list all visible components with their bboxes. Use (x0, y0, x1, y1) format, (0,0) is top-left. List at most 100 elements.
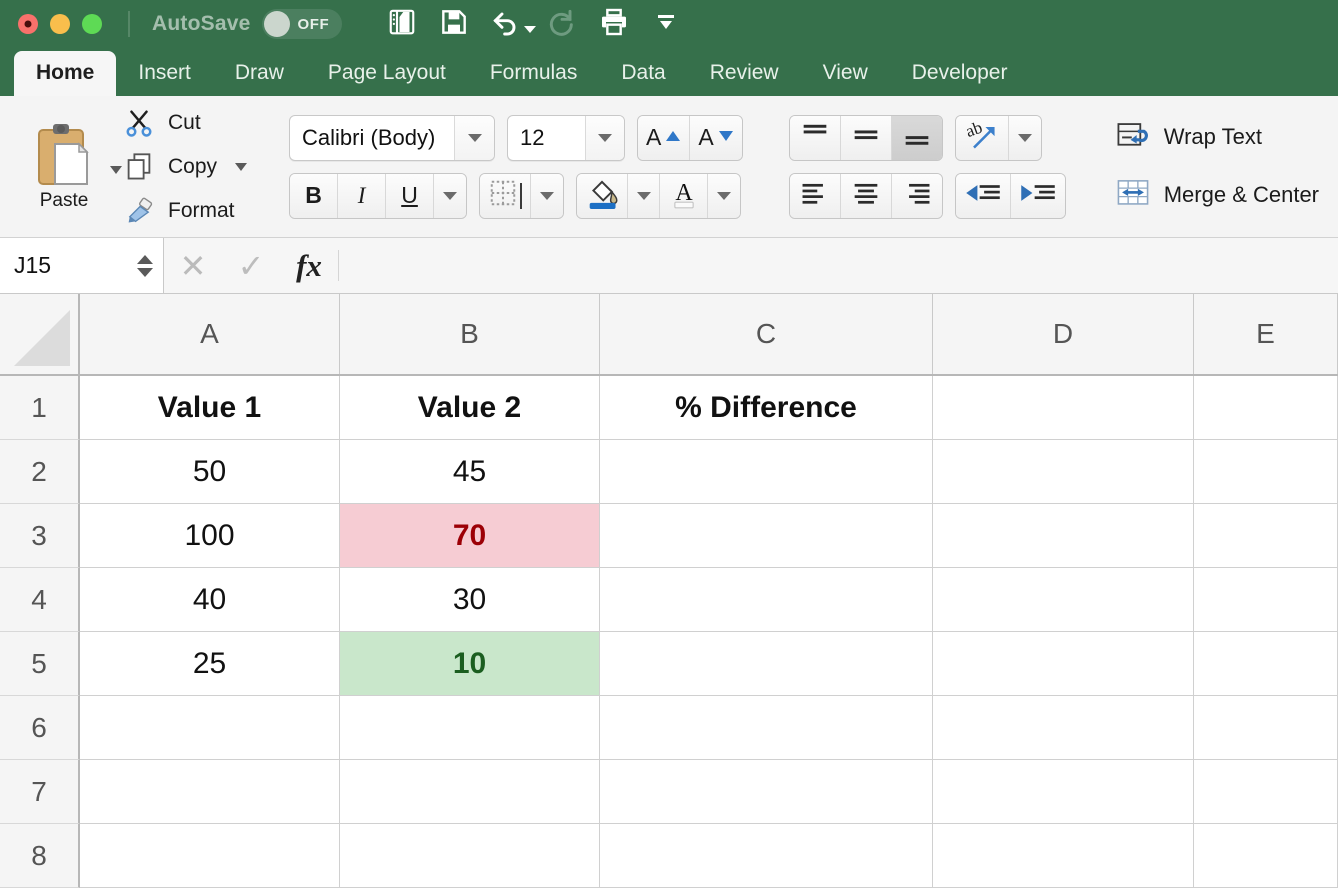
cell-E3[interactable] (1194, 504, 1338, 568)
name-box-spinner[interactable] (137, 254, 153, 277)
cell-C6[interactable] (600, 696, 933, 760)
cell-B6[interactable] (340, 696, 600, 760)
cell-E8[interactable] (1194, 824, 1338, 888)
cell-B1[interactable]: Value 2 (340, 376, 600, 440)
row-header-5[interactable]: 5 (0, 632, 80, 696)
customize-toolbar-button[interactable] (640, 2, 692, 46)
spinner-up-icon[interactable] (137, 254, 153, 264)
redo-button[interactable] (536, 2, 588, 46)
align-left-button[interactable] (789, 173, 841, 218)
cell-B4[interactable]: 30 (340, 568, 600, 632)
paste-dropdown-caret[interactable] (110, 165, 122, 174)
column-header-e[interactable]: E (1194, 294, 1338, 374)
fill-color-button[interactable] (577, 173, 629, 218)
row-header-3[interactable]: 3 (0, 504, 80, 568)
cell-D4[interactable] (933, 568, 1194, 632)
new-from-template-button[interactable] (376, 2, 428, 46)
increase-font-size-button[interactable]: A (638, 115, 691, 160)
row-header-8[interactable]: 8 (0, 824, 80, 888)
cell-E2[interactable] (1194, 440, 1338, 504)
ribbon-tab-insert[interactable]: Insert (116, 51, 213, 96)
cell-D8[interactable] (933, 824, 1194, 888)
cell-A7[interactable] (80, 760, 340, 824)
fill-color-dropdown-button[interactable] (628, 173, 661, 218)
orientation-button[interactable]: ab (955, 115, 1009, 160)
insert-function-button[interactable]: fx (280, 248, 338, 284)
spinner-down-icon[interactable] (137, 267, 153, 277)
decrease-font-size-button[interactable]: A (690, 115, 742, 160)
minimize-window-button[interactable] (50, 14, 70, 34)
cell-C7[interactable] (600, 760, 933, 824)
select-all-button[interactable] (0, 294, 80, 374)
ribbon-tab-developer[interactable]: Developer (890, 51, 1030, 96)
underline-button[interactable]: U (386, 173, 435, 218)
font-color-dropdown-button[interactable] (708, 173, 741, 218)
cell-A4[interactable]: 40 (80, 568, 340, 632)
merge-center-button[interactable]: Merge & Center (1116, 177, 1338, 214)
row-header-1[interactable]: 1 (0, 376, 80, 440)
cell-D1[interactable] (933, 376, 1194, 440)
cell-D5[interactable] (933, 632, 1194, 696)
ribbon-tab-view[interactable]: View (801, 51, 890, 96)
cell-E7[interactable] (1194, 760, 1338, 824)
save-button[interactable] (428, 2, 480, 46)
cell-B8[interactable] (340, 824, 600, 888)
column-header-a[interactable]: A (80, 294, 340, 374)
borders-button[interactable] (480, 173, 532, 218)
align-bottom-button[interactable] (891, 115, 942, 160)
cell-A5[interactable]: 25 (80, 632, 340, 696)
row-header-7[interactable]: 7 (0, 760, 80, 824)
paste-button[interactable]: Paste (10, 122, 106, 212)
align-right-button[interactable] (891, 173, 942, 218)
cell-B3[interactable]: 70 (340, 504, 600, 568)
cell-C5[interactable] (600, 632, 933, 696)
cell-B7[interactable] (340, 760, 600, 824)
ribbon-tab-formulas[interactable]: Formulas (468, 51, 600, 96)
cell-C2[interactable] (600, 440, 933, 504)
align-middle-button[interactable] (840, 115, 892, 160)
font-color-button[interactable]: A (660, 173, 709, 218)
ribbon-tab-page-layout[interactable]: Page Layout (306, 51, 468, 96)
cell-C4[interactable] (600, 568, 933, 632)
font-size-dropdown-button[interactable] (584, 115, 625, 160)
autosave-toggle[interactable]: OFF (262, 9, 343, 39)
close-window-button[interactable] (18, 14, 38, 34)
cell-B5[interactable]: 10 (340, 632, 600, 696)
row-header-2[interactable]: 2 (0, 440, 80, 504)
orientation-dropdown-button[interactable] (1008, 115, 1041, 160)
align-center-button[interactable] (840, 173, 892, 218)
increase-indent-button[interactable] (1010, 173, 1065, 218)
font-size-combo[interactable]: 12 (507, 114, 626, 161)
wrap-text-button[interactable]: Wrap Text (1116, 120, 1338, 155)
ribbon-tab-draw[interactable]: Draw (213, 51, 306, 96)
column-header-d[interactable]: D (933, 294, 1194, 374)
cell-C1[interactable]: % Difference (600, 376, 933, 440)
cell-B2[interactable]: 45 (340, 440, 600, 504)
cell-D3[interactable] (933, 504, 1194, 568)
cell-A8[interactable] (80, 824, 340, 888)
copy-button[interactable]: Copy (122, 150, 248, 184)
cut-button[interactable]: Cut (122, 106, 247, 140)
cell-D6[interactable] (933, 696, 1194, 760)
cell-A1[interactable]: Value 1 (80, 376, 340, 440)
row-header-6[interactable]: 6 (0, 696, 80, 760)
ribbon-tab-home[interactable]: Home (14, 50, 117, 96)
cell-E5[interactable] (1194, 632, 1338, 696)
formula-input[interactable] (339, 238, 1338, 293)
font-name-combo[interactable]: Calibri (Body) (289, 114, 496, 161)
maximize-window-button[interactable] (82, 14, 102, 34)
cell-A3[interactable]: 100 (80, 504, 340, 568)
undo-button[interactable] (480, 2, 532, 46)
undo-dropdown-caret[interactable] (524, 25, 537, 33)
column-header-c[interactable]: C (600, 294, 933, 374)
cell-C8[interactable] (600, 824, 933, 888)
font-name-dropdown-button[interactable] (454, 115, 495, 160)
align-top-button[interactable] (789, 115, 841, 160)
cell-A2[interactable]: 50 (80, 440, 340, 504)
cell-D2[interactable] (933, 440, 1194, 504)
ribbon-tab-data[interactable]: Data (599, 51, 687, 96)
bold-button[interactable]: B (290, 173, 339, 218)
cell-A6[interactable] (80, 696, 340, 760)
decrease-indent-button[interactable] (955, 173, 1011, 218)
format-painter-button[interactable]: Format (122, 194, 247, 228)
